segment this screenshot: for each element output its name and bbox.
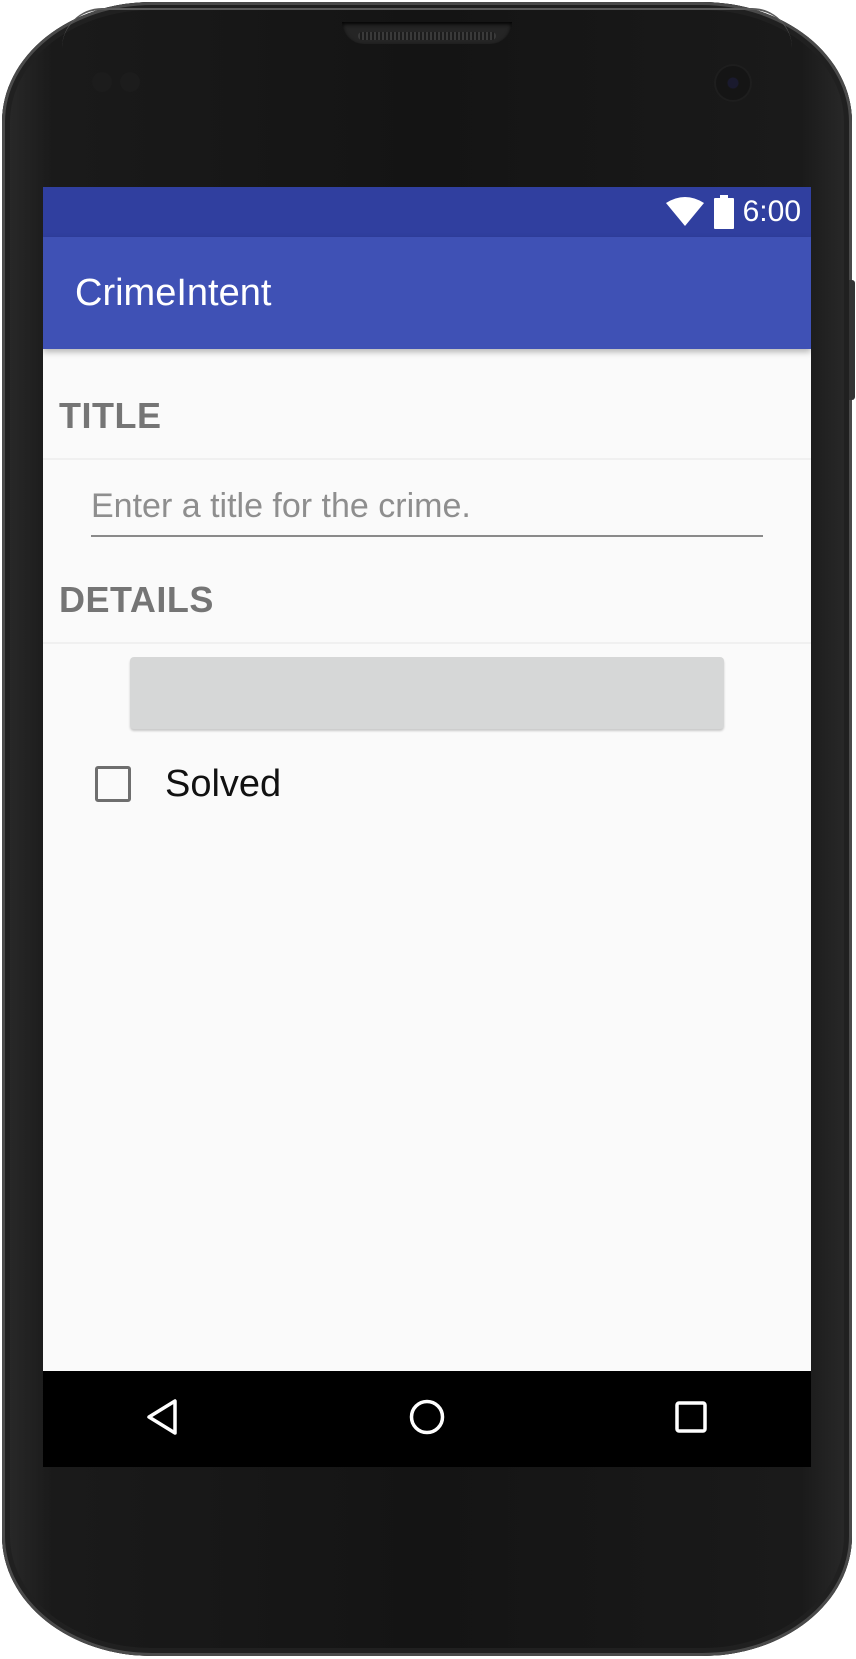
crime-date-button[interactable] <box>130 657 724 729</box>
proximity-sensor <box>92 72 112 92</box>
wifi-icon <box>665 197 705 227</box>
title-section-divider <box>43 458 811 460</box>
title-section-header: TITLE <box>59 395 162 436</box>
battery-icon <box>713 195 735 229</box>
solved-checkbox-row[interactable]: Solved <box>95 754 281 814</box>
front-camera <box>716 66 750 100</box>
status-bar: 6:00 <box>43 187 811 237</box>
device-screen: 6:00 CrimeIntent TITLE DETAILS Solved <box>43 187 811 1467</box>
solved-checkbox[interactable] <box>95 766 131 802</box>
crime-title-input[interactable] <box>91 481 763 537</box>
light-sensor <box>120 72 140 92</box>
home-icon <box>407 1397 447 1442</box>
app-title: CrimeIntent <box>75 272 272 314</box>
details-section-header: DETAILS <box>59 579 214 620</box>
recents-button[interactable] <box>663 1391 719 1447</box>
home-button[interactable] <box>399 1391 455 1447</box>
power-button <box>849 280 855 400</box>
solved-label[interactable]: Solved <box>165 763 281 806</box>
back-button[interactable] <box>135 1391 191 1447</box>
app-bar: CrimeIntent <box>43 237 811 349</box>
recents-icon <box>671 1397 711 1442</box>
back-icon <box>143 1397 183 1442</box>
status-icons: 6:00 <box>665 187 801 237</box>
speaker-grill <box>358 32 496 40</box>
status-time: 6:00 <box>742 195 801 228</box>
details-section-divider <box>43 642 811 644</box>
navigation-bar <box>43 1371 811 1467</box>
